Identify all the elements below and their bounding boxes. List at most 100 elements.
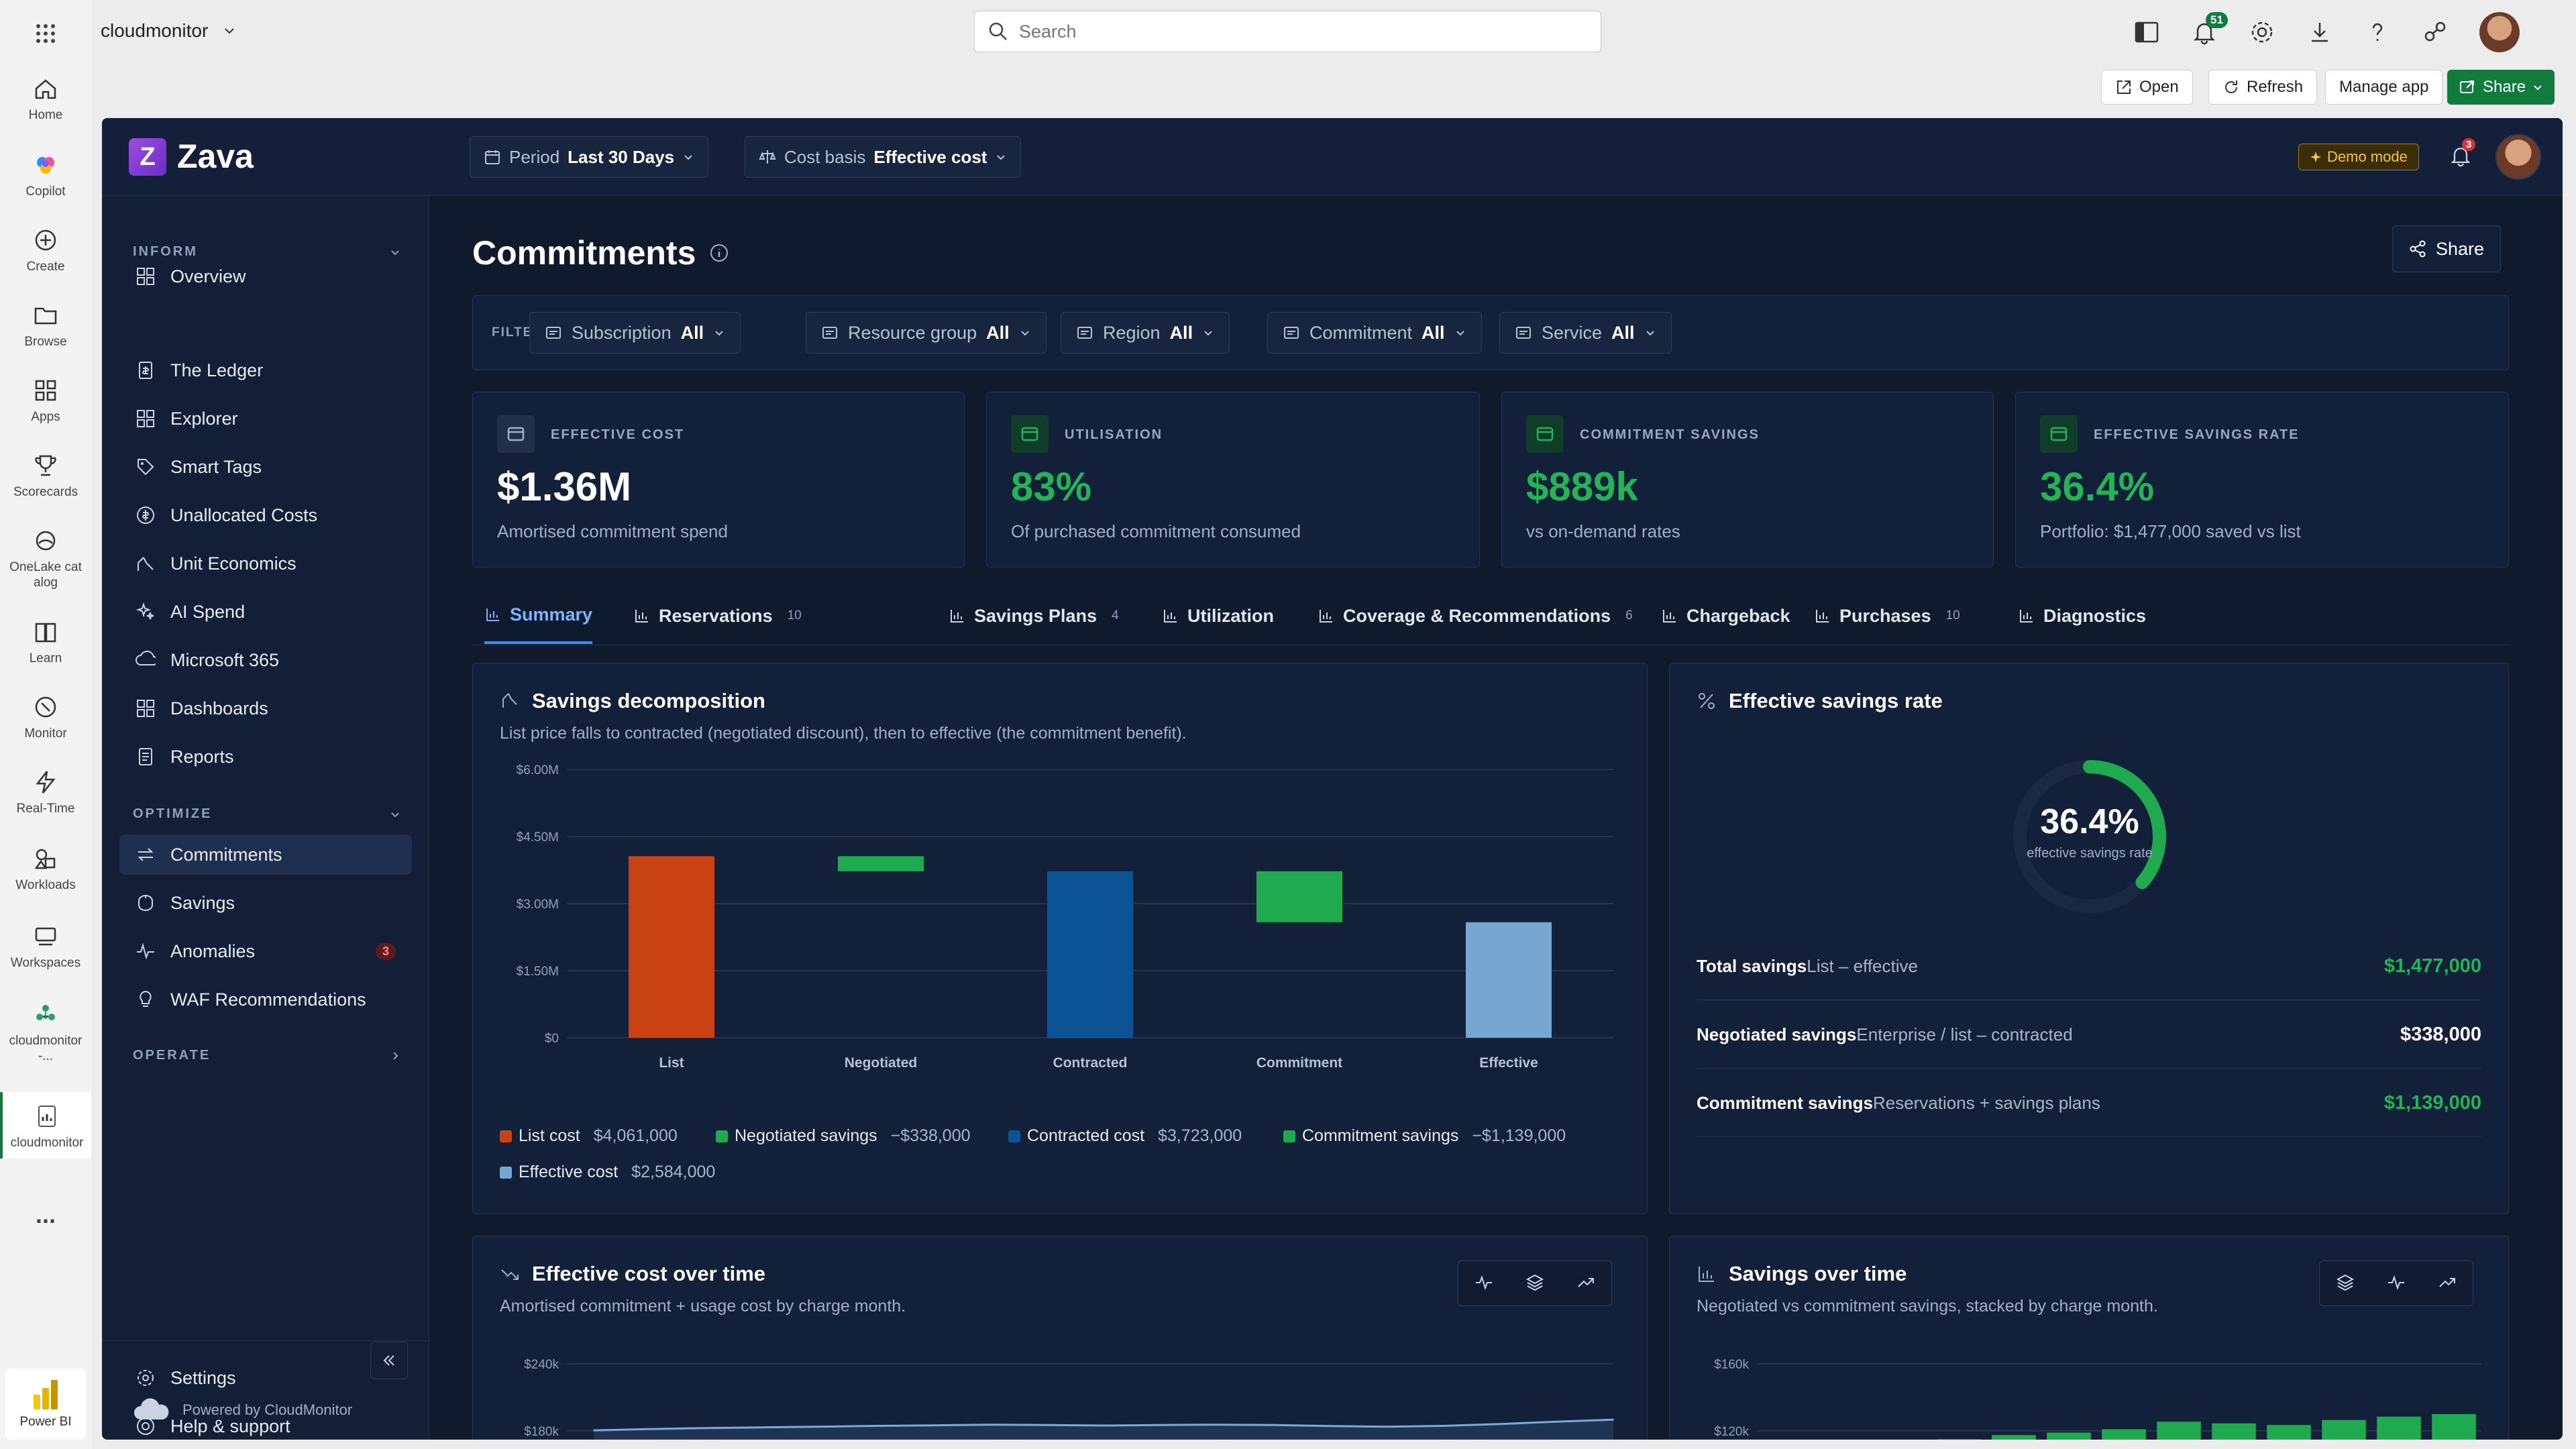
bar-contracted[interactable] — [1047, 871, 1133, 1038]
legend-item[interactable]: List cost $4,061,000 — [500, 1126, 678, 1146]
savings-bar[interactable] — [2102, 1429, 2146, 1440]
collapse-sidebar-button[interactable] — [370, 1342, 408, 1379]
nav-anomalies[interactable]: Anomalies 3 — [119, 931, 412, 971]
bar-commitment[interactable] — [1256, 871, 1342, 922]
nav-reports[interactable]: Reports — [119, 737, 412, 777]
cost-basis-selector[interactable]: Cost basis Effective cost — [745, 136, 1022, 178]
report-alerts-button[interactable]: 3 — [2449, 138, 2476, 170]
filter-service[interactable]: Service All — [1499, 312, 1672, 354]
trend-chart-button[interactable] — [1560, 1261, 1611, 1304]
rail-item-7[interactable]: OneLake catalog — [0, 525, 91, 590]
open-button[interactable]: Open — [2101, 70, 2193, 105]
tab-coverage-recommendations[interactable]: Coverage & Recommendations 6 — [1318, 588, 1633, 644]
savings-bar[interactable] — [2267, 1425, 2311, 1440]
more-icon[interactable]: ... — [0, 1201, 91, 1229]
savings-bar[interactable] — [2322, 1419, 2366, 1440]
share-app-button[interactable]: Share — [2447, 70, 2555, 105]
workspace-switcher[interactable]: cloudmonitor — [101, 20, 236, 42]
nav-ai-spend[interactable]: AI Spend — [119, 592, 412, 632]
nav-explorer[interactable]: Explorer — [119, 398, 412, 439]
tab-utilization[interactable]: Utilization — [1162, 588, 1274, 644]
nav-dashboards[interactable]: Dashboards — [119, 688, 412, 729]
panel-icon[interactable] — [2133, 19, 2160, 46]
line-chart-button[interactable] — [2371, 1261, 2422, 1304]
chevron-down-icon — [391, 250, 399, 255]
info-icon[interactable] — [709, 243, 729, 263]
download-icon[interactable] — [2306, 19, 2333, 46]
legend-item[interactable]: Effective cost $2,584,000 — [500, 1163, 715, 1182]
tab-summary[interactable]: Summary — [484, 588, 593, 644]
nav-microsoft-365[interactable]: Microsoft 365 — [119, 640, 412, 680]
search-input[interactable] — [1019, 21, 1569, 42]
legend-item[interactable]: Commitment savings −$1,139,000 — [1283, 1126, 1566, 1146]
nav-overview[interactable]: Overview — [119, 256, 412, 297]
bar-effective[interactable] — [1466, 922, 1552, 1038]
nav-commitments[interactable]: Commitments — [119, 835, 412, 875]
rail-item-2[interactable]: Copilot — [0, 149, 91, 199]
stacked-chart-button[interactable] — [2320, 1261, 2371, 1304]
help-icon[interactable] — [2364, 19, 2391, 46]
nav-settings[interactable]: Settings — [119, 1358, 412, 1398]
demo-mode-badge[interactable]: Demo mode — [2298, 144, 2419, 170]
nav-the-ledger[interactable]: The Ledger — [119, 350, 412, 390]
refresh-button[interactable]: Refresh — [2208, 70, 2318, 105]
bar-negotiated[interactable] — [838, 856, 924, 871]
period-selector[interactable]: Period Last 30 Days — [470, 136, 709, 178]
rail-item-5[interactable]: Apps — [0, 374, 91, 425]
gear-icon[interactable] — [2249, 19, 2275, 46]
notifications-button[interactable]: 51 — [2191, 12, 2228, 46]
nav-unallocated-costs[interactable]: Unallocated Costs — [119, 495, 412, 535]
app-launcher-icon[interactable] — [30, 17, 62, 50]
savings-bar[interactable] — [1992, 1435, 2036, 1440]
nav-smart-tags[interactable]: Smart Tags — [119, 447, 412, 487]
tab-bar: Summary Reservations 10 Savings Plans 4 Utili… — [472, 588, 2509, 645]
rail-item-13[interactable]: cloudmonitor-... — [0, 998, 91, 1064]
tab-diagnostics[interactable]: Diagnostics — [2018, 588, 2146, 644]
page-title: Commitments — [472, 233, 729, 272]
filter-resource-group[interactable]: Resource group All — [806, 312, 1046, 354]
legend-item[interactable]: Contracted cost $3,723,000 — [1008, 1126, 1242, 1146]
savings-bar[interactable] — [2047, 1432, 2091, 1440]
tab-reservations[interactable]: Reservations 10 — [633, 588, 802, 644]
section-inform[interactable]: INFORM — [133, 244, 401, 260]
filter-region[interactable]: Region All — [1061, 312, 1230, 354]
manage-app-button[interactable]: Manage app — [2325, 70, 2443, 105]
report-user-avatar[interactable] — [2496, 134, 2541, 180]
rail-item-8[interactable]: Learn — [0, 616, 91, 666]
bar-list[interactable] — [629, 856, 714, 1038]
nav-unit-economics[interactable]: Unit Economics — [119, 543, 412, 584]
rail-item-14[interactable]: cloudmonitor — [0, 1092, 91, 1159]
tab-purchases[interactable]: Purchases 10 — [1814, 588, 1960, 644]
rail-item-10[interactable]: Real-Time — [0, 766, 91, 816]
rail-item-6[interactable]: Scorecards — [0, 449, 91, 500]
rail-item-4[interactable]: Browse — [0, 299, 91, 350]
rail-item-3[interactable]: Create — [0, 224, 91, 274]
rail-item-11[interactable]: Workloads — [0, 843, 91, 893]
section-optimize[interactable]: OPTIMIZE — [133, 806, 401, 822]
share-label: Share — [2483, 78, 2526, 96]
page-share-button[interactable]: Share — [2392, 225, 2502, 272]
rail-item-12[interactable]: Workspaces — [0, 920, 91, 971]
search-box[interactable] — [974, 11, 1601, 52]
legend-item[interactable]: Negotiated savings −$338,000 — [716, 1126, 971, 1146]
filter-commitment[interactable]: Commitment All — [1267, 312, 1482, 354]
filter-subscription[interactable]: Subscription All — [529, 312, 741, 354]
nav-savings[interactable]: Savings — [119, 883, 412, 923]
line-chart-button[interactable] — [1458, 1261, 1509, 1304]
savings-bar[interactable] — [2212, 1423, 2256, 1440]
savings-bar[interactable] — [2377, 1416, 2421, 1440]
savings-bar[interactable] — [2157, 1421, 2201, 1440]
section-operate[interactable]: OPERATE — [133, 1048, 401, 1063]
powerbi-switcher[interactable]: Power BI — [5, 1368, 86, 1440]
stacked-chart-button[interactable] — [1509, 1261, 1560, 1304]
rail-item-9[interactable]: Monitor — [0, 691, 91, 741]
rail-item-label: Apps — [31, 410, 60, 424]
nav-waf-recommendations[interactable]: WAF Recommendations — [119, 979, 412, 1020]
user-avatar[interactable] — [2479, 12, 2520, 52]
trend-chart-button[interactable] — [2422, 1261, 2473, 1304]
savings-bar[interactable] — [2432, 1414, 2476, 1440]
tab-chargeback[interactable]: Chargeback — [1661, 588, 1790, 644]
tab-savings-plans[interactable]: Savings Plans 4 — [949, 588, 1119, 644]
rail-item-1[interactable]: Home — [0, 72, 91, 123]
share-link-icon[interactable] — [2422, 19, 2449, 46]
